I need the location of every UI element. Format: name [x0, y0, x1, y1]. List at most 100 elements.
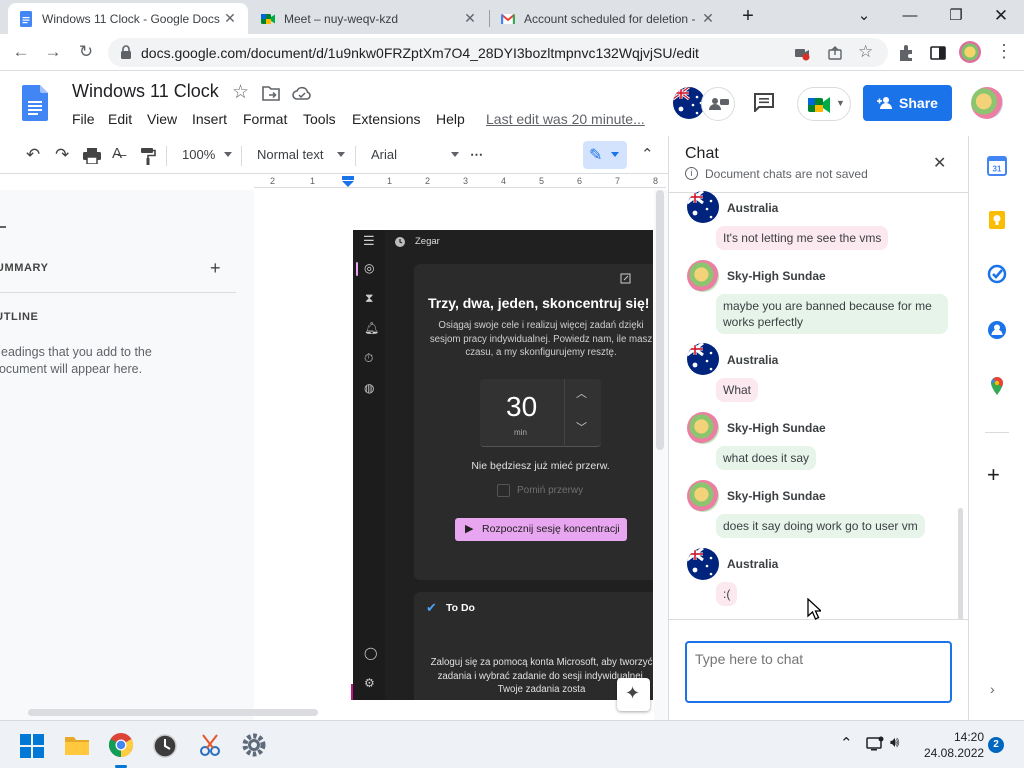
menu-help[interactable]: Help [436, 111, 465, 127]
expand-panel-icon[interactable]: › [990, 681, 995, 697]
close-window-button[interactable]: ✕ [986, 4, 1016, 28]
network-icon[interactable] [866, 736, 884, 752]
notification-badge[interactable]: 2 [988, 737, 1004, 753]
chevron-down-icon: ﹀ [576, 422, 587, 434]
snipping-tool-icon[interactable] [197, 732, 223, 758]
menu-view[interactable]: View [147, 111, 177, 127]
font-select[interactable]: Arial [371, 147, 397, 162]
add-summary-icon[interactable]: + [210, 258, 221, 279]
horizontal-ruler[interactable]: 2 1 1 2 3 4 5 6 7 8 [254, 176, 666, 188]
menu-extensions[interactable]: Extensions [352, 111, 420, 127]
message-bubble: It's not letting me see the vms [716, 226, 889, 250]
volume-icon[interactable]: 🔊︎ [890, 734, 899, 751]
menu-edit[interactable]: Edit [108, 111, 132, 127]
keep-icon[interactable] [987, 210, 1007, 230]
minimize-button[interactable]: — [895, 4, 925, 28]
ruler-label: 4 [501, 176, 507, 186]
show-hidden-icons[interactable]: ⌃ [840, 734, 853, 752]
camera-blocked-icon[interactable] [794, 45, 810, 61]
menu-tools[interactable]: Tools [303, 111, 336, 127]
vertical-scrollbar[interactable] [656, 190, 664, 450]
print-icon[interactable] [83, 148, 101, 164]
collapse-menus-icon[interactable]: ⌃ [641, 145, 654, 163]
side-panel-icon[interactable] [929, 44, 947, 62]
cloud-saved-icon[interactable] [292, 86, 312, 100]
browser-menu-icon[interactable]: ⋮ [995, 41, 1013, 62]
paragraph-style-select[interactable]: Normal text [257, 147, 323, 162]
reload-icon[interactable]: ↻ [75, 41, 97, 63]
file-explorer-icon[interactable] [64, 732, 90, 758]
close-icon[interactable]: ✕ [222, 10, 238, 27]
paint-format-icon[interactable] [140, 147, 156, 165]
ruler-label: 5 [539, 176, 545, 186]
tab-docs[interactable]: Windows 11 Clock - Google Docs ✕ [8, 3, 248, 34]
windows-start-icon[interactable] [20, 734, 44, 758]
clock-app-taskbar-icon[interactable] [152, 732, 178, 758]
move-folder-icon[interactable] [262, 85, 280, 101]
extensions-icon[interactable] [897, 44, 915, 62]
chevron-up-icon: ︿ [576, 388, 587, 400]
show-chat-button[interactable] [701, 87, 735, 121]
share-page-icon[interactable] [827, 45, 843, 61]
settings-gear-icon[interactable] [241, 732, 267, 758]
share-button[interactable]: Share [863, 85, 952, 121]
settings-nav-icon: ⚙︎ [364, 676, 375, 690]
outline-panel: SUMMARY + OUTLINE Headings that you add … [0, 190, 254, 720]
spellcheck-icon[interactable]: A̶ [112, 145, 122, 162]
bookmark-star-icon[interactable]: ☆ [858, 42, 873, 62]
close-icon[interactable]: ✕ [462, 10, 478, 27]
last-edit-link[interactable]: Last edit was 20 minute... [486, 111, 645, 127]
ruler-label: 8 [653, 176, 659, 186]
undo-icon[interactable]: ↶ [26, 145, 40, 165]
chat-scrollbar[interactable] [958, 508, 963, 620]
australia-avatar [687, 191, 719, 223]
tab-title: Meet – nuy-weqv-kzd [284, 11, 399, 26]
tab-meet[interactable]: Meet – nuy-weqv-kzd ✕ [250, 3, 488, 34]
editing-mode-button[interactable]: ✎ [583, 141, 627, 169]
maps-icon[interactable] [987, 376, 1007, 396]
tab-title: Account scheduled for deletion - [524, 11, 696, 26]
more-tools-icon[interactable]: ⋯ [470, 147, 483, 163]
message-author: Australia [727, 353, 779, 367]
explore-button[interactable]: ✦ [617, 678, 650, 711]
skip-breaks-label: Pomiń przerwy [517, 485, 584, 496]
tab-search-icon[interactable]: ⌄ [849, 4, 879, 28]
tasks-icon[interactable] [987, 264, 1007, 284]
star-icon[interactable]: ☆ [232, 81, 249, 104]
account-avatar[interactable] [971, 87, 1003, 119]
profile-avatar[interactable] [959, 41, 981, 63]
redo-icon[interactable]: ↷ [55, 145, 69, 165]
zoom-select[interactable]: 100% [182, 147, 215, 162]
new-tab-button[interactable]: + [733, 4, 763, 28]
chrome-icon[interactable] [108, 732, 134, 758]
horizontal-scrollbar[interactable] [28, 709, 318, 716]
menu-insert[interactable]: Insert [192, 111, 227, 127]
info-icon: i [685, 167, 698, 180]
contacts-icon[interactable] [987, 320, 1007, 340]
clock-date[interactable]: 24.08.2022 [924, 746, 984, 760]
clock-app-title: Zegar [415, 236, 440, 247]
comment-history-icon[interactable] [753, 92, 775, 112]
google-meet-icon [808, 97, 830, 113]
menu-file[interactable]: File [72, 111, 95, 127]
chat-input[interactable] [685, 641, 952, 703]
close-chat-icon[interactable]: ✕ [933, 153, 946, 173]
restore-button[interactable]: ❐ [941, 4, 971, 28]
sky-high-sundae-avatar [687, 412, 719, 444]
meet-button[interactable]: ▼ [797, 87, 851, 121]
menu-format[interactable]: Format [243, 111, 287, 127]
panel-edge [0, 226, 6, 228]
clock-time[interactable]: 14:20 [954, 730, 984, 744]
close-icon[interactable]: ✕ [700, 10, 716, 27]
tab-gmail[interactable]: Account scheduled for deletion - ✕ [490, 3, 726, 34]
indent-marker-icon[interactable] [342, 176, 354, 187]
document-title[interactable]: Windows 11 Clock [72, 81, 219, 102]
ruler-label: 7 [615, 176, 621, 186]
add-app-icon[interactable]: + [987, 462, 1000, 488]
back-icon[interactable]: ← [10, 41, 32, 63]
docs-logo-icon[interactable] [22, 85, 48, 121]
omnibox[interactable]: docs.google.com/document/d/1u9nkw0FRZptX… [108, 38, 888, 67]
calendar-icon[interactable]: 31 [987, 156, 1007, 176]
forward-icon[interactable]: → [42, 41, 64, 63]
message-author: Sky-High Sundae [727, 421, 826, 435]
